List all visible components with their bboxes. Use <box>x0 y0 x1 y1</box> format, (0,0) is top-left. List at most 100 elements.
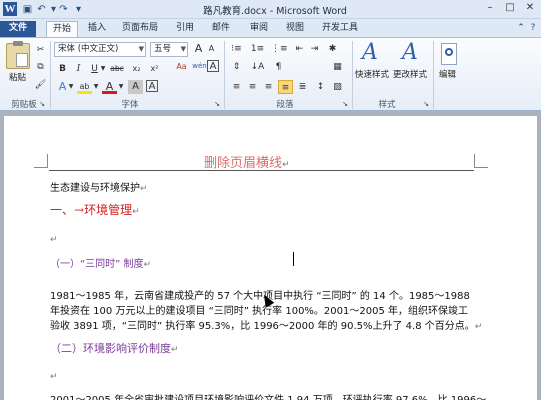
doc-heading-1[interactable]: 一、→环境管理↵ <box>50 201 140 218</box>
chevron-down-icon[interactable]: ▼ <box>117 80 125 94</box>
text-cursor <box>293 252 294 266</box>
tab-home[interactable]: 开始 <box>46 21 78 37</box>
align-right-icon[interactable]: ≡ <box>261 80 276 94</box>
editing-label[interactable]: 编辑 <box>439 68 456 80</box>
font-name-value: 宋体 (中文正文) <box>58 44 119 54</box>
bullets-icon[interactable]: ⁝≡ <box>229 42 244 56</box>
font-group-label: 字体 <box>121 100 139 110</box>
asian-layout-icon[interactable]: ✱ <box>325 42 340 56</box>
superscript-button[interactable]: x² <box>147 62 162 76</box>
phonetic-guide-icon[interactable]: wén <box>192 59 207 73</box>
tab-developer[interactable]: 开发工具 <box>318 21 362 37</box>
doc-heading-2[interactable]: （一）“三同时” 制度↵ <box>50 255 151 270</box>
paste-icon[interactable] <box>6 41 30 69</box>
tab-references[interactable]: 引用 <box>170 21 200 37</box>
help-icon[interactable]: ? <box>527 21 539 37</box>
minimize-ribbon-icon[interactable]: ⌃ <box>515 21 527 37</box>
close-icon[interactable]: ✕ <box>520 1 540 15</box>
editing-icon[interactable] <box>441 43 457 65</box>
window-title: 路凡教育.docx - Microsoft Word <box>203 6 347 17</box>
doc-line[interactable]: 验收 3891 项，“三同时” 执行率 95.3%，比 1996～2000 年的… <box>50 317 482 332</box>
font-name-select[interactable]: 宋体 (中文正文) ▼ <box>54 42 146 57</box>
sort-icon[interactable]: ↓A <box>250 60 265 74</box>
page-header-text[interactable]: 删除页眉横线↵ <box>204 152 290 171</box>
font-size-value: 五号 <box>154 44 172 54</box>
change-styles-icon[interactable]: A <box>402 40 418 65</box>
subscript-button[interactable]: x₂ <box>129 62 144 76</box>
shading-icon[interactable]: ▨ <box>330 80 345 94</box>
justify-icon[interactable]: ≡ <box>278 80 293 94</box>
line-spacing-icon[interactable]: ↕ <box>313 80 328 94</box>
shrink-font-icon[interactable]: A <box>204 42 219 56</box>
font-size-select[interactable]: 五号 ▼ <box>150 42 188 57</box>
tab-insert[interactable]: 插入 <box>82 21 112 37</box>
distributed-icon[interactable]: ≣ <box>295 80 310 94</box>
group-separator <box>352 41 353 109</box>
show-hide-marks-icon[interactable]: ¶ <box>271 60 286 74</box>
customize-qat-icon[interactable]: ▾ <box>72 3 85 16</box>
paste-button-label[interactable]: 粘贴 <box>9 71 26 83</box>
clipboard-launcher-icon[interactable]: ↘ <box>37 97 47 111</box>
title-bar: W ▣ ↶ ▾ ↷ ▾ 路凡教育.docx - Microsoft Word –… <box>0 0 541 19</box>
tab-page-layout[interactable]: 页面布局 <box>118 21 162 37</box>
tab-file[interactable]: 文件 <box>0 21 36 37</box>
doc-line[interactable]: 2001～2005 年全省审批建设项目环境影响评价文件 1.94 万项，环评执行… <box>50 391 486 400</box>
group-separator <box>50 41 51 109</box>
numbering-icon[interactable]: 1≡ <box>250 42 265 56</box>
paragraph-group-label: 段落 <box>276 100 294 110</box>
group-separator <box>224 41 225 109</box>
ribbon-tabs: 文件 开始 插入 页面布局 引用 邮件 审阅 视图 开发工具 ⌃ ? <box>0 19 541 37</box>
doc-heading-2[interactable]: （二）环境影响评价制度↵ <box>50 340 179 356</box>
copy-icon[interactable]: ⧉ <box>33 60 48 74</box>
borders-icon[interactable]: ▦ <box>330 60 345 74</box>
crop-mark <box>34 154 48 168</box>
empty-paragraph[interactable]: ↵ <box>50 372 58 382</box>
chevron-down-icon[interactable]: ▼ <box>67 80 75 94</box>
ribbon: 粘贴 ✂ ⧉ 🖌 剪贴板 ↘ 宋体 (中文正文) ▼ 五号 ▼ A A Aa wén… <box>0 37 541 111</box>
enclose-character-icon[interactable]: A <box>207 60 219 72</box>
tab-view[interactable]: 视图 <box>280 21 310 37</box>
maximize-icon[interactable]: □ <box>500 1 520 15</box>
bold-button[interactable]: B <box>55 62 70 76</box>
doc-line[interactable]: 年投资在 100 万元以上的建设项目 “三同时” 执行率 100%。2001～2… <box>50 302 468 317</box>
quick-styles-label[interactable]: 快速样式 <box>355 68 389 80</box>
styles-launcher-icon[interactable]: ↘ <box>421 97 431 111</box>
chevron-down-icon[interactable]: ▼ <box>92 80 100 94</box>
cut-icon[interactable]: ✂ <box>33 43 48 57</box>
font-color-icon[interactable]: A <box>102 80 117 94</box>
align-left-icon[interactable]: ≡ <box>229 80 244 94</box>
decrease-indent-icon[interactable]: ⇤ <box>292 42 307 56</box>
highlight-color-icon[interactable]: ab <box>77 80 92 94</box>
multilevel-list-icon[interactable]: ⋮≡ <box>271 42 288 56</box>
align-center-icon[interactable]: ≡ <box>245 80 260 94</box>
tab-mailings[interactable]: 邮件 <box>206 21 236 37</box>
redo-icon[interactable]: ↷ <box>57 3 70 16</box>
character-border-icon[interactable]: A <box>146 80 158 92</box>
chevron-down-icon[interactable]: ▼ <box>99 62 107 76</box>
paragraph-launcher-icon[interactable]: ↘ <box>340 97 350 111</box>
quick-styles-icon[interactable]: A <box>362 40 378 65</box>
font-launcher-icon[interactable]: ↘ <box>212 97 222 111</box>
chinese-layout-icon[interactable]: ⇕ <box>229 60 244 74</box>
italic-button[interactable]: I <box>71 62 86 76</box>
change-styles-label[interactable]: 更改样式 <box>393 68 427 80</box>
character-shading-icon[interactable]: A <box>128 80 143 94</box>
group-separator <box>433 41 434 109</box>
clear-formatting-icon[interactable]: Aa <box>174 60 189 74</box>
minimize-icon[interactable]: – <box>480 1 500 15</box>
crop-mark <box>474 154 488 168</box>
word-logo[interactable]: W <box>3 2 17 16</box>
doc-line[interactable]: 生态建设与环境保护↵ <box>50 179 148 194</box>
header-rule <box>49 170 474 171</box>
strikethrough-button[interactable]: abc <box>108 62 126 76</box>
empty-paragraph[interactable]: ↵ <box>50 235 58 245</box>
document-page[interactable]: 删除页眉横线↵ 生态建设与环境保护↵ 一、→环境管理↵ ↵ （一）“三同时” 制… <box>4 116 537 400</box>
tab-review[interactable]: 审阅 <box>244 21 274 37</box>
format-painter-icon[interactable]: 🖌 <box>33 78 48 92</box>
increase-indent-icon[interactable]: ⇥ <box>307 42 322 56</box>
chevron-down-icon: ▼ <box>180 45 186 53</box>
doc-line[interactable]: 1981～1985 年，云南省建成投产的 57 个大中项目中执行 “三同时” 的… <box>50 287 470 302</box>
styles-group-label: 样式 <box>378 100 396 110</box>
save-icon[interactable]: ▣ <box>21 3 34 16</box>
chevron-down-icon: ▼ <box>138 45 144 53</box>
